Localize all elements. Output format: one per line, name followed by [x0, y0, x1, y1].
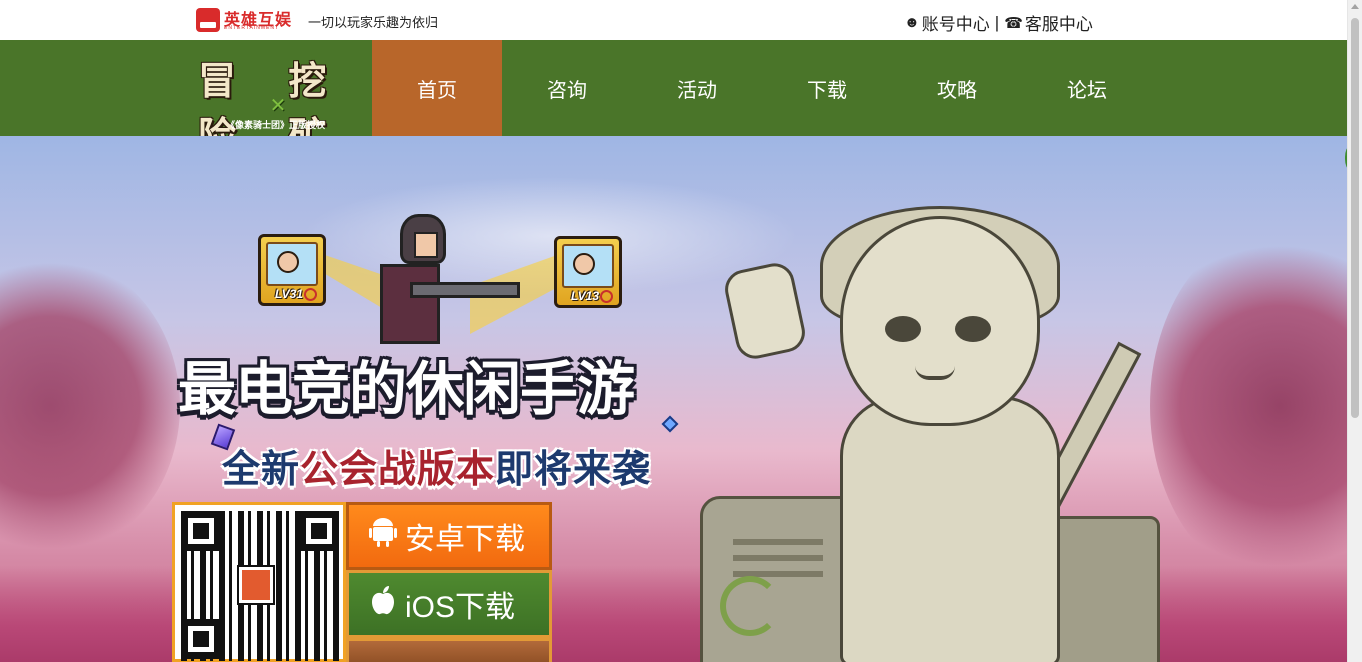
- gunner-face: [414, 232, 438, 258]
- hero-waving-hand: [721, 259, 809, 363]
- qr-finder-bottom-left: [181, 619, 221, 659]
- blue-gem-icon: [661, 415, 679, 433]
- nav-item-forum[interactable]: 论坛: [1022, 40, 1152, 136]
- qr-finder-top-left: [181, 511, 221, 551]
- account-center-label: 账号中心: [921, 15, 990, 34]
- publisher-subtitle: ENTERTAINMENT: [224, 25, 280, 31]
- character-face-icon: [277, 251, 299, 273]
- top-bar: 英雄互娱 ENTERTAINMENT 一切以玩家乐趣为依归 ☻ 账号中心 | ☎…: [0, 0, 1347, 40]
- nav-item-events[interactable]: 活动: [632, 40, 762, 136]
- scroll-up-arrow-icon[interactable]: [1351, 4, 1359, 9]
- gunner-gun-icon: [410, 282, 520, 298]
- hero-eye-right: [955, 316, 991, 342]
- android-download-label: 安卓下载: [405, 523, 525, 556]
- qr-finder-top-right: [299, 511, 339, 551]
- publisher-logo[interactable]: 英雄互娱 ENTERTAINMENT: [196, 6, 296, 34]
- gunner-body: [380, 264, 440, 344]
- ios-download-label: iOS下载: [405, 591, 516, 624]
- scrollbar-thumb[interactable]: [1351, 18, 1359, 418]
- android-icon: [365, 517, 401, 555]
- top-links-separator: |: [994, 12, 1000, 32]
- banner-subline-part2: 公会战: [300, 449, 418, 491]
- account-center-link[interactable]: ☻ 账号中心: [904, 10, 990, 35]
- nav-items: 首页 咨询 活动 下载 攻略 论坛: [372, 40, 1152, 136]
- banner-subline-part4: 即将来袭: [495, 449, 652, 491]
- hero-body: [840, 396, 1060, 662]
- game-logo[interactable]: 冒险 ✕ 挖矿 《像素骑士团》正版授权: [190, 42, 358, 158]
- main-nav: 冒险 ✕ 挖矿 《像素骑士团》正版授权 首页 咨询 活动 下载 攻略 论坛: [0, 40, 1347, 158]
- hero-eye-left: [885, 316, 921, 342]
- apple-icon: [365, 585, 401, 623]
- banner-tree-left: [0, 256, 180, 556]
- download-qr-code: [172, 502, 346, 662]
- character-badge-left: LV31: [258, 234, 326, 306]
- nav-item-home[interactable]: 首页: [372, 40, 502, 136]
- phone-icon: ☎: [1004, 14, 1023, 32]
- banner-subline-part3: 版本: [417, 449, 496, 491]
- page-scrollbar[interactable]: [1347, 0, 1362, 662]
- hero-head: [840, 216, 1040, 426]
- nav-item-download[interactable]: 下载: [762, 40, 892, 136]
- banner-headline: 最电竞的休闲手游: [178, 357, 635, 422]
- service-center-link[interactable]: ☎ 客服中心: [1004, 10, 1093, 35]
- top-links: ☻ 账号中心 | ☎ 客服中心: [904, 10, 1093, 35]
- game-logo-license-tag: 《像素骑士团》正版授权: [226, 120, 326, 130]
- qr-center-game-icon: [239, 567, 273, 603]
- banner-subline: 全新公会战版本即将来袭: [222, 438, 651, 493]
- slogan: 一切以玩家乐趣为依归: [308, 15, 439, 30]
- smiley-icon: ☻: [904, 14, 920, 31]
- more-download-button[interactable]: [346, 638, 552, 662]
- character-badge-level: LV31: [275, 287, 317, 301]
- banner-subline-part1: 全新: [222, 449, 301, 491]
- hero-banner: LV31 LV13 最电竞的休闲手游 全新公会战版本即将来袭 安卓下载 iOS下…: [0, 136, 1347, 662]
- android-download-button[interactable]: 安卓下载: [346, 502, 552, 570]
- download-panel: 安卓下载 iOS下载: [172, 502, 554, 662]
- nav-item-guides[interactable]: 攻略: [892, 40, 1022, 136]
- publisher-logo-icon: [196, 8, 220, 32]
- hero-vine: [720, 576, 780, 636]
- nav-item-news[interactable]: 咨询: [502, 40, 632, 136]
- service-center-label: 客服中心: [1024, 15, 1093, 34]
- character-badge-level: LV13: [571, 289, 613, 303]
- ios-download-button[interactable]: iOS下载: [346, 570, 552, 638]
- stone-hero-character: [700, 196, 1180, 662]
- game-logo-x-icon: ✕: [269, 94, 287, 117]
- character-badge-right: LV13: [554, 236, 622, 308]
- character-face-icon: [573, 253, 595, 275]
